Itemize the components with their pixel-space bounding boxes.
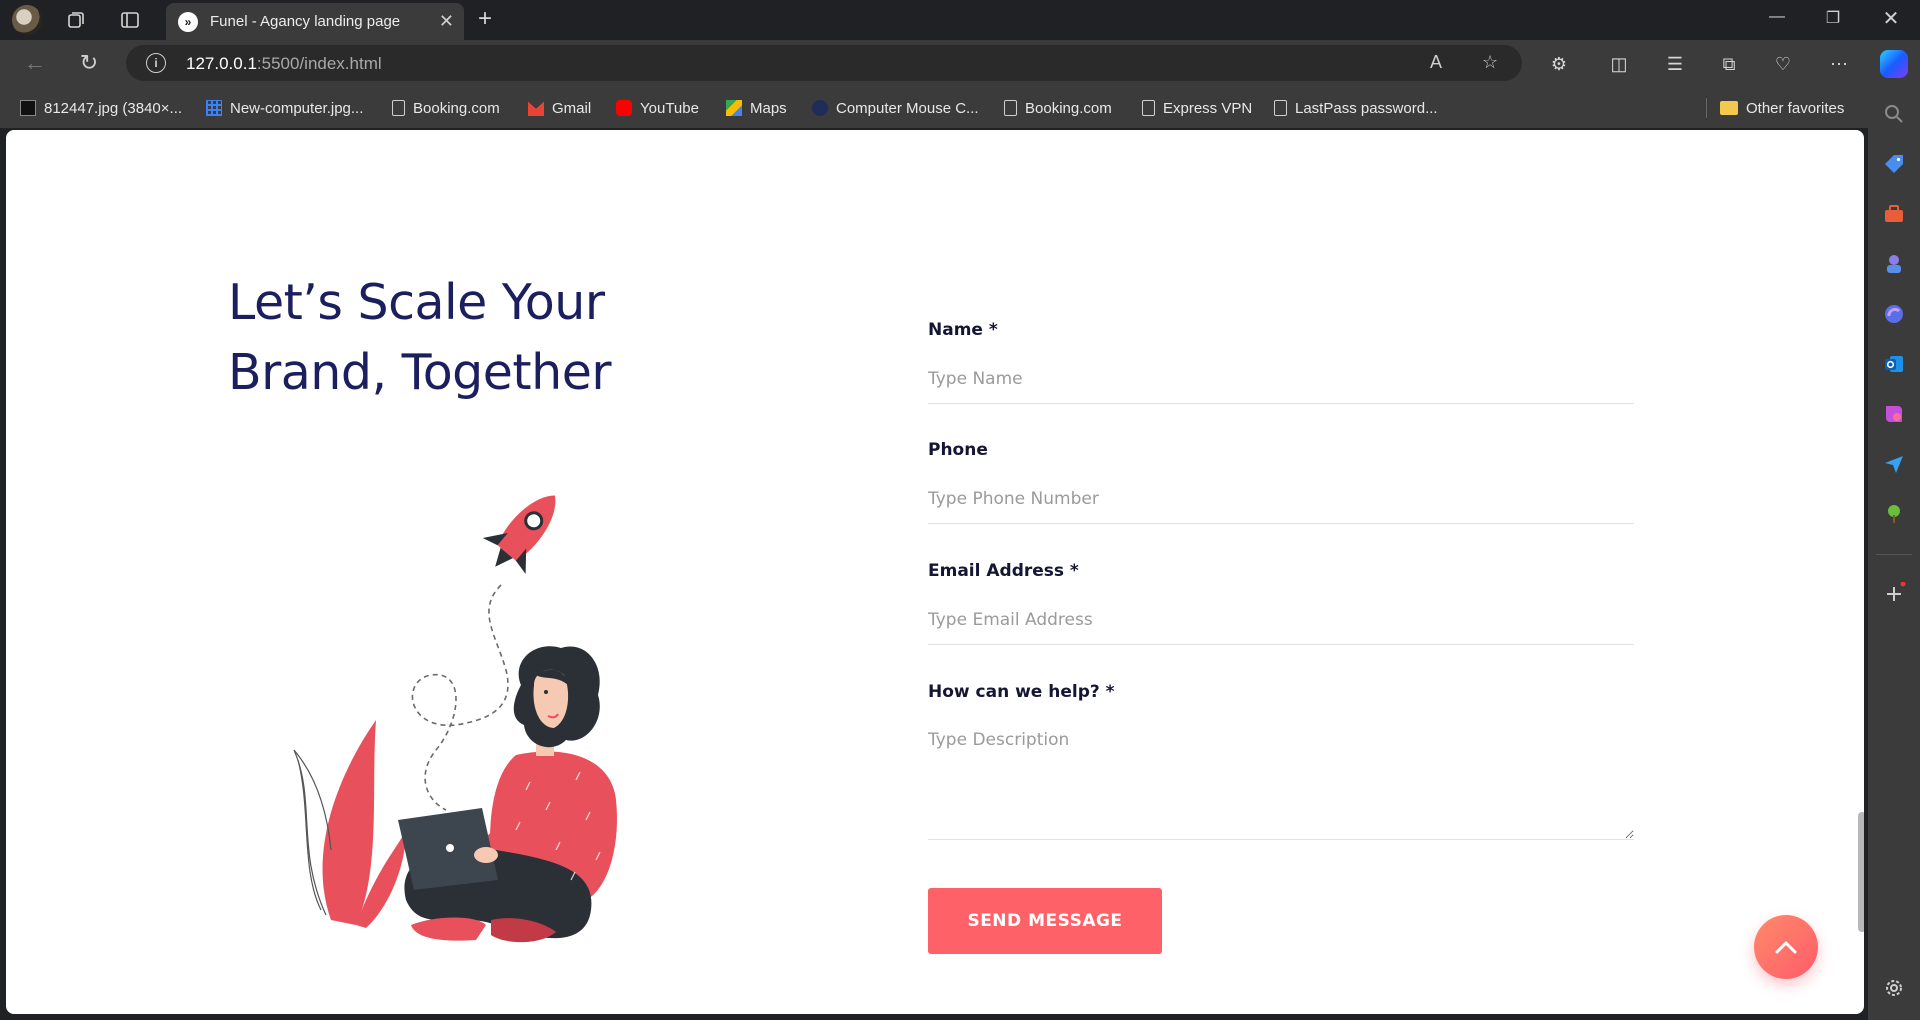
shopping-tag-icon[interactable] bbox=[1882, 152, 1906, 176]
outlook-icon[interactable] bbox=[1882, 352, 1906, 376]
collections-icon[interactable]: ⧉ bbox=[1716, 52, 1742, 76]
folder-icon bbox=[1720, 101, 1738, 115]
extensions-icon[interactable]: ⚙ bbox=[1546, 52, 1572, 76]
tools-briefcase-icon[interactable] bbox=[1882, 202, 1906, 226]
file-icon bbox=[1142, 100, 1155, 116]
restore-icon[interactable]: ❐ bbox=[1818, 8, 1848, 28]
add-icon[interactable] bbox=[1882, 582, 1906, 606]
chevron-up-icon bbox=[1775, 941, 1797, 954]
url-text[interactable]: 127.0.0.1:5500/index.html bbox=[186, 54, 382, 74]
help-label: How can we help? * bbox=[928, 682, 1115, 702]
funel-favicon-icon: » bbox=[178, 12, 198, 32]
workspaces-icon[interactable] bbox=[62, 6, 90, 34]
description-textarea[interactable] bbox=[928, 716, 1634, 840]
profile-avatar[interactable] bbox=[12, 5, 42, 35]
refresh-icon[interactable]: ↻ bbox=[76, 51, 102, 75]
minimize-icon[interactable]: — bbox=[1762, 8, 1792, 26]
phone-label: Phone bbox=[928, 440, 988, 460]
tree-icon[interactable] bbox=[1882, 502, 1906, 526]
designer-icon[interactable] bbox=[1882, 402, 1906, 426]
copilot-icon[interactable] bbox=[1880, 50, 1908, 78]
bookmark-item[interactable]: Booking.com bbox=[1004, 97, 1112, 119]
send-plane-icon[interactable] bbox=[1882, 452, 1906, 476]
phone-field: Phone bbox=[928, 440, 1634, 524]
bookmark-item[interactable]: Computer Mouse C... bbox=[812, 97, 979, 119]
bookmark-item[interactable]: YouTube bbox=[616, 97, 699, 119]
close-tab-icon[interactable]: ✕ bbox=[439, 10, 454, 32]
copilot-sidebar-icon[interactable] bbox=[1882, 302, 1906, 326]
address-bar[interactable]: i 127.0.0.1:5500/index.html A ☆ bbox=[126, 45, 1522, 81]
tab-active[interactable]: » Funel - Agancy landing page ✕ bbox=[166, 3, 464, 40]
settings-gear-icon[interactable] bbox=[1882, 976, 1906, 1000]
bookmark-item[interactable]: Gmail bbox=[528, 97, 591, 119]
back-icon[interactable]: ← bbox=[22, 51, 48, 75]
rocket-woman-illustration bbox=[293, 495, 617, 943]
file-icon bbox=[1004, 100, 1017, 116]
new-tab-icon[interactable]: + bbox=[478, 7, 492, 31]
bookmark-item[interactable]: LastPass password... bbox=[1274, 97, 1438, 119]
search-icon[interactable] bbox=[1882, 102, 1906, 126]
grid-icon bbox=[206, 100, 222, 116]
email-label: Email Address * bbox=[928, 561, 1079, 581]
divider bbox=[1876, 554, 1912, 555]
favorite-star-icon[interactable]: ☆ bbox=[1482, 52, 1498, 73]
address-toolbar: ← ↻ i 127.0.0.1:5500/index.html A ☆ ⚙ ◫ … bbox=[0, 40, 1920, 88]
maps-icon bbox=[726, 100, 742, 116]
name-field: Name * bbox=[928, 320, 1634, 404]
bookmark-item[interactable]: Express VPN bbox=[1142, 97, 1252, 119]
gmail-icon bbox=[528, 101, 544, 116]
file-icon bbox=[392, 100, 405, 116]
browser-essentials-icon[interactable]: ♡ bbox=[1770, 52, 1796, 76]
name-input[interactable] bbox=[928, 354, 1634, 404]
help-field: How can we help? * bbox=[928, 682, 1634, 840]
youtube-icon bbox=[616, 100, 632, 116]
edge-sidebar bbox=[1868, 88, 1920, 1020]
bookmarks-bar: 812447.jpg (3840×... New-computer.jpg...… bbox=[0, 88, 1868, 128]
bookmark-item[interactable]: 812447.jpg (3840×... bbox=[20, 97, 182, 119]
name-label: Name * bbox=[928, 320, 998, 340]
page-viewport: Let’s Scale Your Brand, Together Name * … bbox=[6, 130, 1864, 1014]
divider bbox=[1706, 98, 1707, 118]
send-message-button[interactable]: SEND MESSAGE bbox=[928, 888, 1162, 954]
split-screen-icon[interactable]: ◫ bbox=[1606, 52, 1632, 76]
close-window-icon[interactable]: ✕ bbox=[1876, 6, 1906, 31]
bookmark-item[interactable]: New-computer.jpg... bbox=[206, 97, 363, 119]
scroll-to-top-button[interactable] bbox=[1754, 915, 1818, 979]
site-info-icon[interactable]: i bbox=[146, 53, 166, 73]
games-icon[interactable] bbox=[1882, 252, 1906, 276]
bookmark-item[interactable]: Maps bbox=[726, 97, 787, 119]
more-menu-icon[interactable]: ⋯ bbox=[1826, 52, 1852, 76]
file-icon bbox=[1274, 100, 1287, 116]
email-field: Email Address * bbox=[928, 561, 1634, 645]
other-favorites[interactable]: Other favorites bbox=[1720, 97, 1844, 119]
tab-actions-icon[interactable] bbox=[116, 6, 144, 34]
read-aloud-icon[interactable]: A bbox=[1430, 52, 1442, 73]
favorites-icon[interactable]: ☰ bbox=[1662, 52, 1688, 76]
page-scrollbar[interactable] bbox=[1858, 812, 1864, 932]
tab-title: Funel - Agancy landing page bbox=[210, 13, 401, 30]
tab-bar: » Funel - Agancy landing page ✕ + — ❐ ✕ bbox=[0, 0, 1920, 40]
image-icon bbox=[20, 100, 36, 116]
page-heading: Let’s Scale Your Brand, Together bbox=[228, 274, 612, 401]
bookmark-item[interactable]: Booking.com bbox=[392, 97, 500, 119]
mouse-icon bbox=[812, 100, 828, 116]
phone-input[interactable] bbox=[928, 474, 1634, 524]
email-input[interactable] bbox=[928, 595, 1634, 645]
